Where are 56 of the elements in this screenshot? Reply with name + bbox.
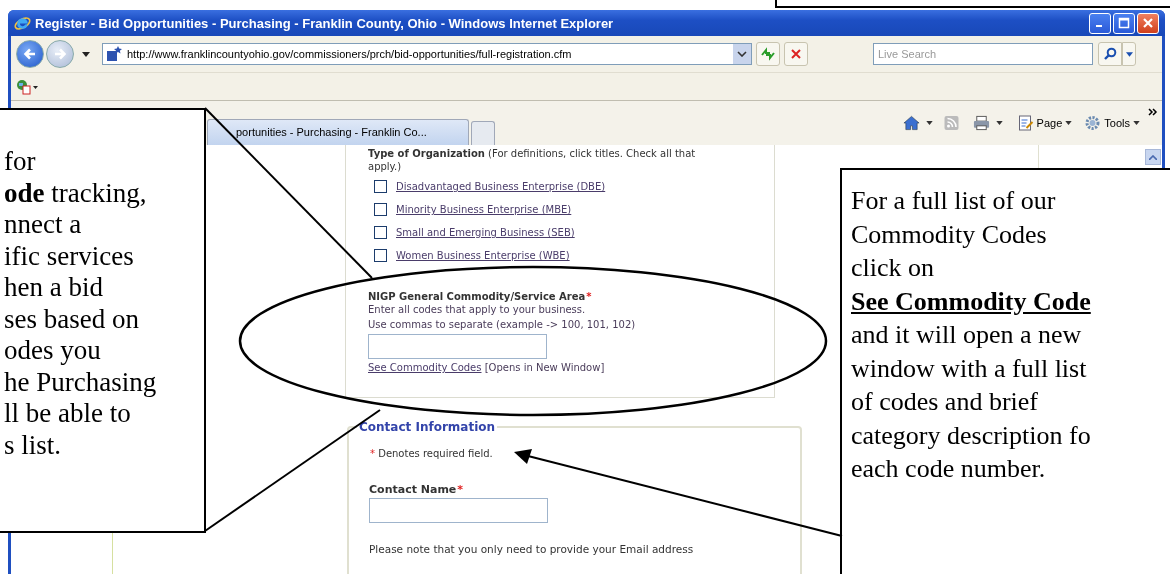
minimize-button[interactable] [1089,12,1111,34]
callout-text: For a full list of our Commodity Codes click on See Commodity Code and it will open a new window with a full list of codes and brief category description fo each code number. [840,168,1170,574]
field-label: Contact Name* [369,483,465,496]
contact-name-field[interactable] [369,498,548,523]
stop-icon[interactable] [790,48,802,60]
checkbox[interactable] [374,180,387,193]
search-options-button[interactable] [1122,42,1136,66]
link-note: [Opens in New Window] [483,362,605,373]
required-note: * Denotes required field. [369,448,494,459]
organization-type-link[interactable]: Small and Emerging Business (SEB) [396,227,575,238]
tools-menu[interactable]: Tools [1080,115,1144,131]
page-icon [106,46,122,62]
caret-icon[interactable] [1125,51,1133,57]
browser-tab[interactable]: portunities - Purchasing - Franklin Co... [207,119,469,145]
address-field[interactable]: http://www.franklincountyohio.gov/commissioners/prch/bid-opportunities/full-registration.cfm [102,43,752,65]
page-menu[interactable]: Page [1012,115,1077,131]
email-note: Please note that you only need to provide your Email address [369,543,695,555]
checkbox[interactable] [374,249,387,262]
caret-icon[interactable] [1133,121,1140,125]
field-hint: Enter all codes that apply to your business. Use commas to separate (example -> 100, 101, 102) [368,303,637,332]
section-instructions: Type of Organization (For definitions, click titles. Check all that apply.) [368,147,697,173]
callout-text: for ode tracking, nnect a ific services hen a bid ses based on odes you he Purchasing ll be able to s list. [0,108,206,533]
home-icon[interactable] [902,115,920,131]
maximize-icon[interactable] [1118,17,1130,29]
field-label: NIGP General Commodity/Service Area* [368,291,593,302]
stop-button[interactable] [784,42,808,66]
chevron-icon[interactable] [1148,108,1158,116]
caret-icon[interactable] [995,121,1003,125]
chevron-down-icon[interactable] [737,51,747,57]
checkbox[interactable] [374,226,387,239]
commodity-codes-link[interactable]: See Commodity Codes [368,362,482,373]
ie-logo-icon [14,14,31,32]
commodity-input-field[interactable] [368,334,547,359]
maximize-button[interactable] [1113,12,1135,34]
caret-icon[interactable] [925,121,933,125]
section-legend: Contact Information [357,420,498,434]
back-button[interactable] [16,40,44,68]
back-arrow-icon[interactable] [22,46,38,62]
organization-type-link[interactable]: Women Business Enterprise (WBE) [396,250,570,261]
close-icon[interactable] [1142,17,1154,29]
printer-icon[interactable] [972,115,990,131]
caret-icon[interactable] [82,51,90,57]
search-button[interactable] [1098,42,1122,66]
search-field[interactable]: Live Search [873,43,1093,65]
page-icon [1016,115,1034,131]
caret-icon[interactable] [1065,121,1073,125]
window-title: Register - Bid Opportunities - Purchasing - Franklin County, Ohio - Windows Internet Explorer [35,15,614,31]
organization-type-link[interactable]: Minority Business Enterprise (MBE) [396,204,572,215]
organization-type-link[interactable]: Disadvantaged Business Enterprise (DBE) [396,181,606,192]
web-tools-button[interactable] [16,78,38,95]
dropdown-button[interactable] [733,44,751,64]
search-icon[interactable] [1103,47,1117,61]
checkbox[interactable] [374,203,387,216]
gear-icon [1084,115,1102,131]
close-button[interactable] [1137,12,1159,34]
scroll-up-button[interactable] [1145,149,1161,165]
